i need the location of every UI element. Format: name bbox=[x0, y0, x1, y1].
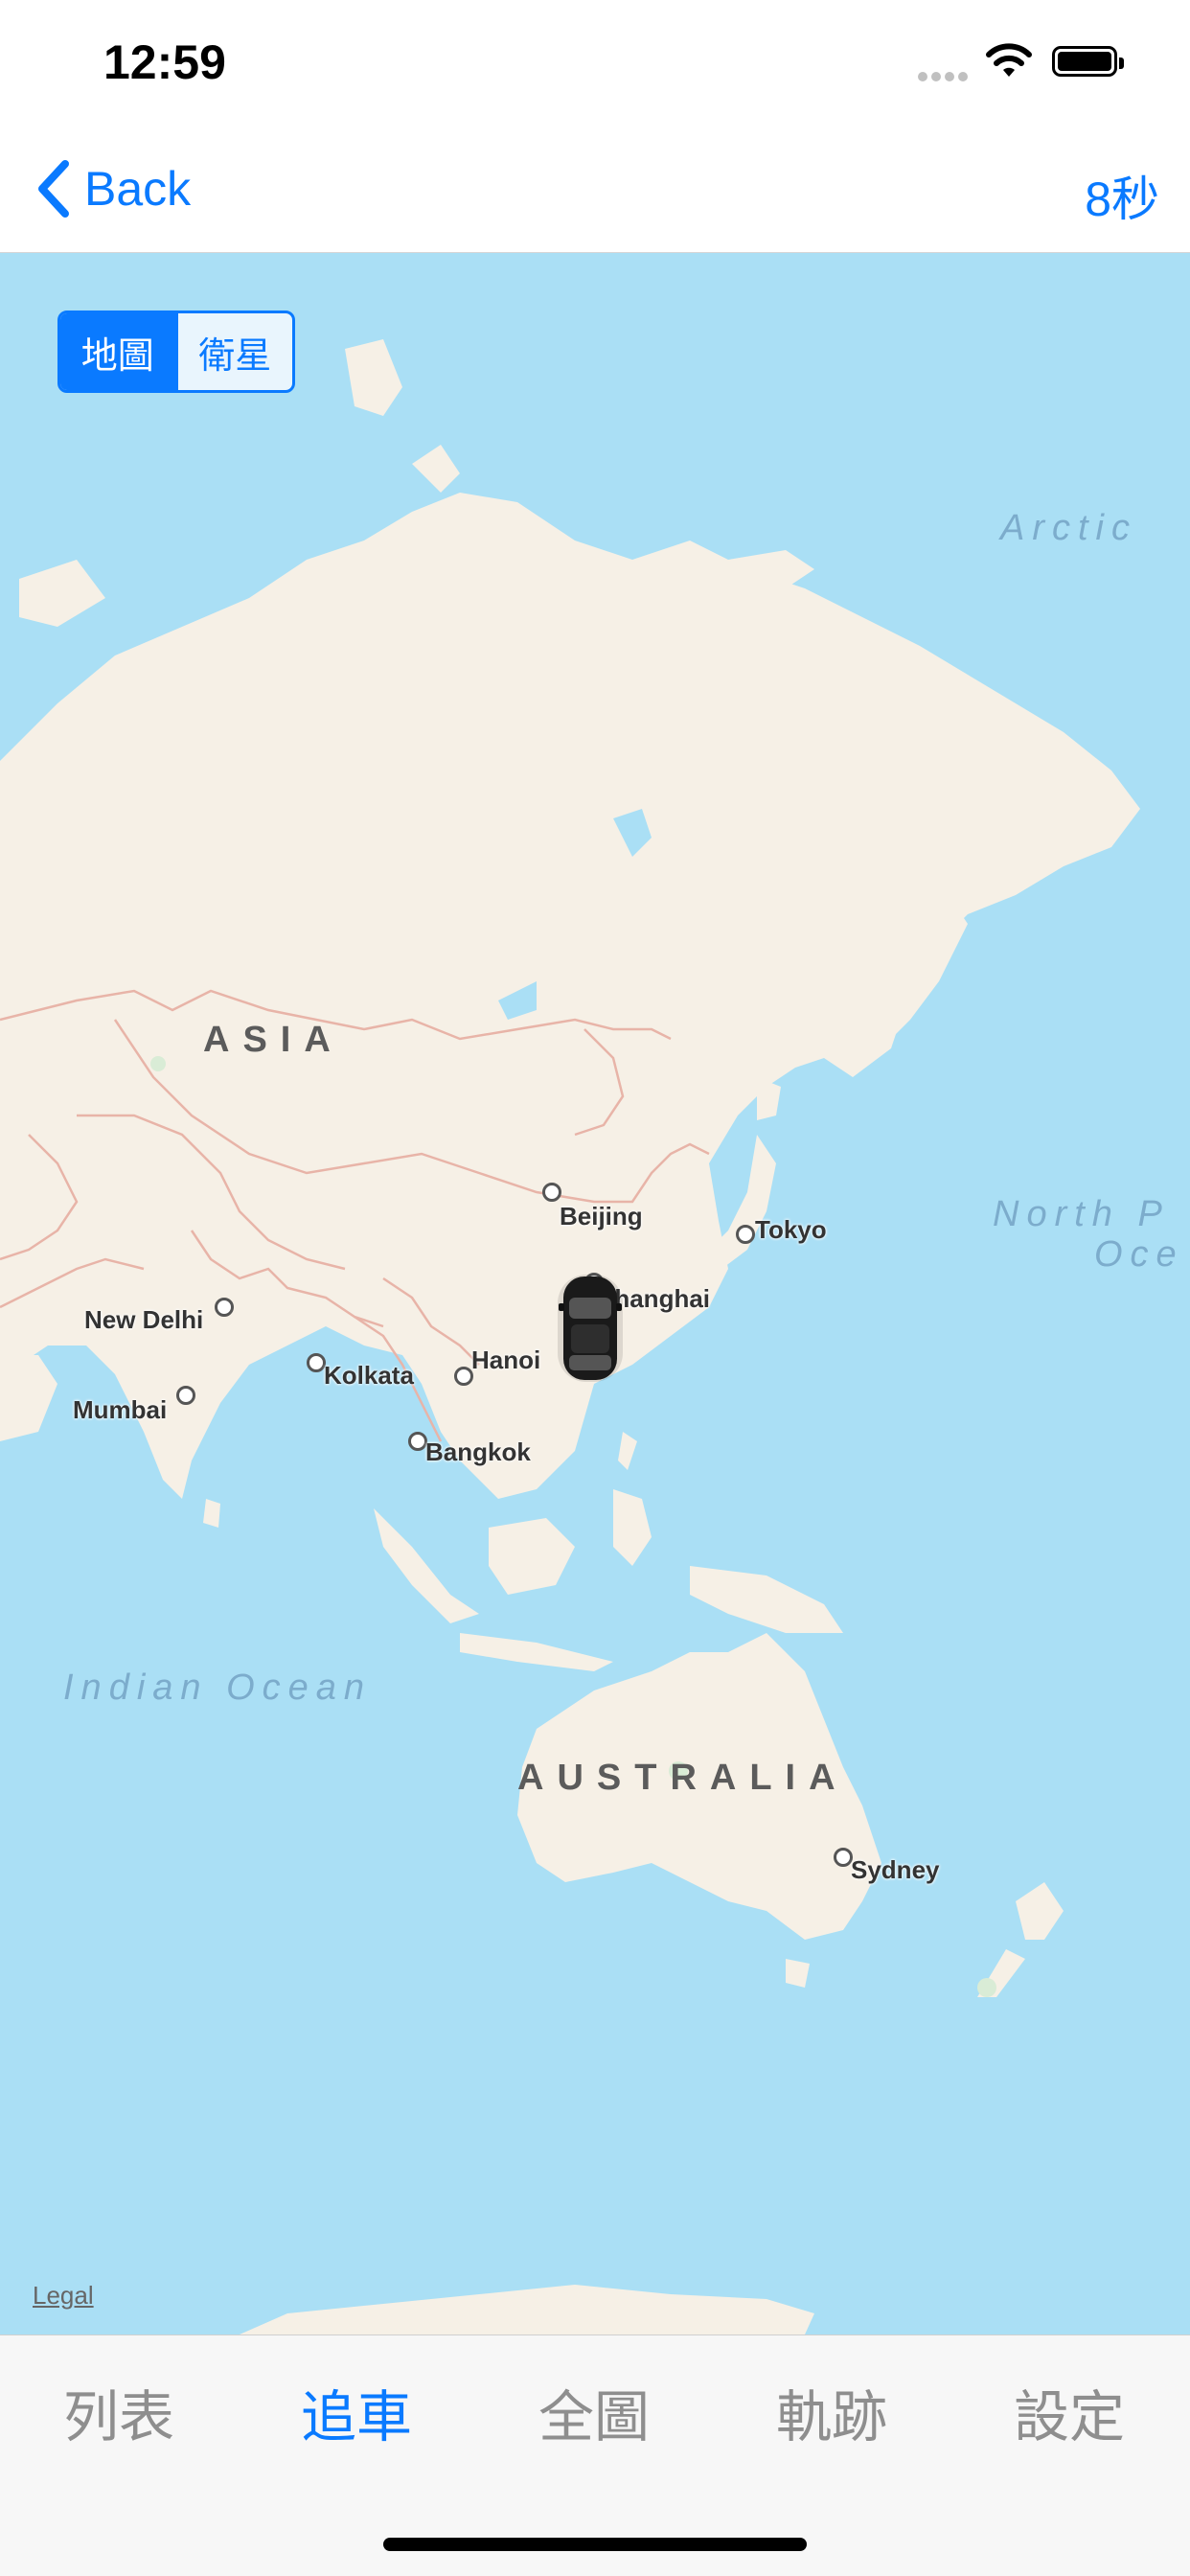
legal-link[interactable]: Legal bbox=[33, 2281, 94, 2311]
cellular-signal-icon bbox=[918, 69, 972, 86]
navigation-bar: Back 8秒 bbox=[0, 126, 1190, 253]
vehicle-marker-icon[interactable] bbox=[556, 1271, 625, 1386]
ocean-label-indian: Indian Ocean bbox=[63, 1668, 373, 1708]
map-view[interactable]: 地圖 衛星 ASIA AUSTRALIA Arctic North P Oce … bbox=[0, 253, 1190, 2334]
chevron-left-icon bbox=[38, 160, 69, 218]
status-time: 12:59 bbox=[103, 35, 226, 89]
back-label: Back bbox=[84, 162, 192, 216]
battery-icon bbox=[1052, 46, 1124, 77]
tab-list[interactable]: 列表 bbox=[0, 2372, 238, 2452]
tab-route-history[interactable]: 軌跡 bbox=[713, 2372, 950, 2452]
ocean-label-north-pacific: North P bbox=[993, 1194, 1170, 1234]
wifi-icon bbox=[986, 43, 1032, 77]
tab-track-vehicle[interactable]: 追車 bbox=[238, 2372, 475, 2452]
status-bar: 12:59 bbox=[0, 0, 1190, 126]
region-label-asia: ASIA bbox=[203, 1020, 344, 1060]
map-type-segmented-control[interactable]: 地圖 衛星 bbox=[57, 310, 295, 393]
back-button[interactable]: Back bbox=[33, 155, 191, 222]
tab-settings[interactable]: 設定 bbox=[950, 2372, 1188, 2452]
region-label-australia: AUSTRALIA bbox=[517, 1758, 849, 1798]
ocean-label-ocean: Oce bbox=[1094, 1234, 1184, 1275]
home-indicator bbox=[383, 2538, 807, 2551]
map-type-standard[interactable]: 地圖 bbox=[60, 313, 175, 390]
map-type-satellite[interactable]: 衛星 bbox=[174, 313, 293, 390]
tab-full-map[interactable]: 全圖 bbox=[475, 2372, 713, 2452]
ocean-label-arctic: Arctic bbox=[1000, 508, 1137, 548]
refresh-timer[interactable]: 8秒 bbox=[1085, 161, 1159, 230]
